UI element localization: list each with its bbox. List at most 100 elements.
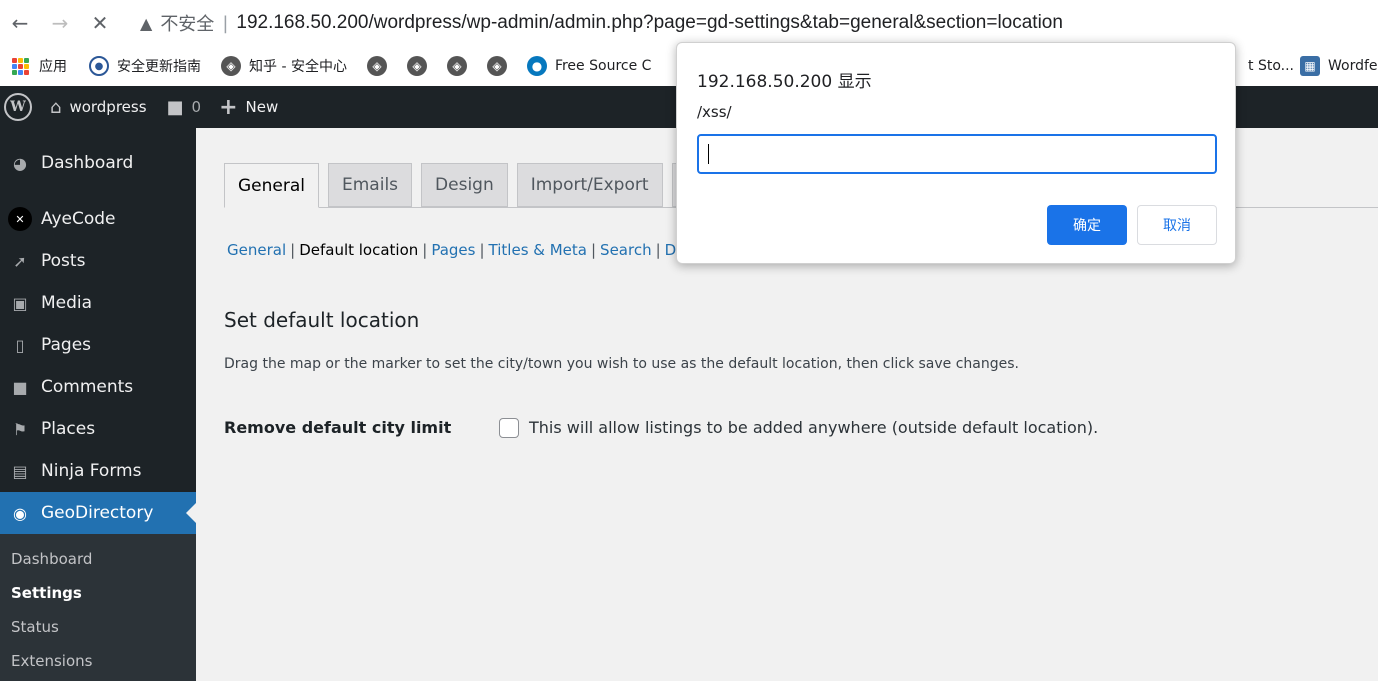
bookmark-label: 知乎 - 安全中心 [249, 59, 347, 75]
sidebar-item-label: Posts [41, 251, 86, 271]
warning-icon: ▲ [140, 13, 153, 33]
comments-link[interactable]: ■ 0 [167, 97, 202, 118]
new-label: New [245, 98, 279, 116]
globe-icon: ◈ [221, 56, 241, 76]
address-bar[interactable]: ▲ 不安全 | 192.168.50.200/wordpress/wp-admi… [140, 6, 1378, 40]
sidebar-item-pages[interactable]: ▯ Pages [0, 324, 196, 366]
plus-icon: + [219, 94, 238, 120]
apps-grid-icon [12, 57, 29, 75]
globe-icon: ◉ [13, 503, 27, 523]
comment-bubble-icon: ■ [166, 96, 184, 118]
browser-toolbar: ← → ✕ ▲ 不安全 | 192.168.50.200/wordpress/w… [0, 0, 1378, 46]
sidebar-item-geodirectory[interactable]: ◉ GeoDirectory [0, 492, 196, 534]
home-icon: ⌂ [50, 96, 62, 118]
shield-icon: ● [89, 56, 109, 76]
separator: | [590, 241, 597, 259]
sidebar-item-label: Comments [41, 377, 134, 397]
bookmark-globe-3[interactable]: ◈ [446, 56, 475, 76]
bookmark-globe-2[interactable]: ◈ [406, 56, 435, 76]
submenu-status[interactable]: Status [0, 610, 196, 644]
security-label: 不安全 [160, 14, 215, 35]
bookmark-label: t Sto... [1248, 58, 1294, 74]
dashboard-icon: ◕ [13, 153, 27, 173]
globe-icon: ◈ [366, 56, 387, 76]
back-arrow-icon[interactable]: ← [0, 0, 40, 46]
submenu-settings[interactable]: Settings [0, 576, 196, 610]
dialog-title: 192.168.50.200 显示 [697, 72, 872, 92]
building-icon: ▦ [1300, 56, 1320, 76]
bookmark-store[interactable]: t Sto... [1248, 58, 1294, 74]
bookmark-label: 安全更新指南 [117, 59, 201, 75]
sidebar-item-ninja-forms[interactable]: ▤ Ninja Forms [0, 450, 196, 492]
sidebar-item-dashboard[interactable]: ◕ Dashboard [0, 142, 196, 184]
geodirectory-submenu: Dashboard Settings Status Extensions [0, 534, 196, 681]
pin-icon: ➚ [13, 251, 27, 271]
dialog-message: /xss/ [697, 103, 732, 121]
separator: | [655, 241, 661, 259]
cancel-button[interactable]: 取消 [1137, 205, 1217, 245]
bookmark-zhihu[interactable]: ◈ 知乎 - 安全中心 [221, 56, 347, 76]
dialog-input[interactable] [697, 134, 1217, 174]
wordpress-logo-icon[interactable]: W [4, 93, 32, 121]
sidebar-item-places[interactable]: ⚑ Places [0, 408, 196, 450]
remove-city-limit-checkbox[interactable] [499, 418, 519, 438]
field-label: Remove default city limit [224, 418, 452, 437]
pages-icon: ▯ [15, 335, 25, 355]
globe-icon: ◈ [406, 56, 427, 76]
separator: | [479, 241, 485, 259]
media-icon: ▣ [12, 293, 28, 313]
section-description: Drag the map or the marker to set the ci… [224, 356, 1020, 372]
drupal-icon: ● [526, 56, 547, 76]
section-titles-meta-link[interactable]: Titles & Meta [489, 241, 587, 259]
bookmark-label: Wordfe [1328, 58, 1378, 74]
admin-sidebar: ◕ Dashboard ✕ AyeCode ➚ Posts ▣ Media ▯ … [0, 128, 196, 681]
bookmark-label: Free Source C [554, 58, 652, 74]
site-name: wordpress [69, 98, 147, 116]
bookmark-wordfence[interactable]: ▦ Wordfe [1300, 56, 1378, 76]
globe-icon: ◈ [486, 56, 507, 76]
tab-import-export[interactable]: Import/Export [516, 163, 663, 207]
ok-button[interactable]: 确定 [1047, 205, 1127, 245]
section-general-link[interactable]: General [227, 241, 286, 259]
separator: | [422, 241, 428, 259]
section-pages-link[interactable]: Pages [431, 241, 475, 259]
url-separator: | [222, 12, 229, 34]
sidebar-item-ayecode[interactable]: ✕ AyeCode [0, 198, 196, 240]
bookmark-security-guide[interactable]: ● 安全更新指南 [89, 56, 201, 76]
submenu-extensions[interactable]: Extensions [0, 644, 196, 678]
sidebar-item-label: AyeCode [41, 209, 116, 229]
bookmark-globe-1[interactable]: ◈ [366, 56, 395, 76]
submenu-dashboard[interactable]: Dashboard [0, 542, 196, 576]
forward-arrow-icon[interactable]: → [40, 0, 80, 46]
bookmark-globe-4[interactable]: ◈ [486, 56, 515, 76]
ayecode-icon: ✕ [8, 207, 32, 231]
checkbox-label: This will allow listings to be added any… [529, 418, 1099, 437]
tab-emails[interactable]: Emails [328, 163, 413, 207]
sidebar-item-media[interactable]: ▣ Media [0, 282, 196, 324]
section-search-link[interactable]: Search [600, 241, 652, 259]
sidebar-item-label: Pages [41, 335, 92, 355]
section-nav: General | Default location | Pages | Tit… [227, 241, 686, 259]
url-text[interactable]: 192.168.50.200/wordpress/wp-admin/admin.… [236, 12, 1063, 34]
sidebar-item-label: Dashboard [41, 153, 134, 173]
comment-icon: ■ [12, 377, 28, 397]
bookmark-label: 应用 [39, 59, 67, 75]
sidebar-item-comments[interactable]: ■ Comments [0, 366, 196, 408]
tab-design[interactable]: Design [421, 163, 508, 207]
bookmark-free-source[interactable]: ● Free Source C [526, 56, 652, 76]
new-content-link[interactable]: + New [219, 95, 278, 120]
forms-icon: ▤ [12, 461, 28, 481]
prompt-dialog: 192.168.50.200 显示 /xss/ 确定 取消 [676, 42, 1236, 264]
sidebar-item-label: GeoDirectory [41, 503, 154, 523]
sidebar-item-posts[interactable]: ➚ Posts [0, 240, 196, 282]
sidebar-item-label: Places [41, 419, 96, 439]
sidebar-item-label: Media [41, 293, 93, 313]
bookmark-apps[interactable]: 应用 [12, 56, 67, 76]
section-default-location[interactable]: Default location [299, 241, 418, 259]
tab-general[interactable]: General [224, 163, 319, 208]
text-caret [708, 144, 709, 164]
stop-loading-icon[interactable]: ✕ [80, 0, 120, 46]
sidebar-item-label: Ninja Forms [41, 461, 142, 481]
site-name-link[interactable]: ⌂ wordpress [50, 97, 147, 118]
section-title: Set default location [224, 308, 420, 332]
